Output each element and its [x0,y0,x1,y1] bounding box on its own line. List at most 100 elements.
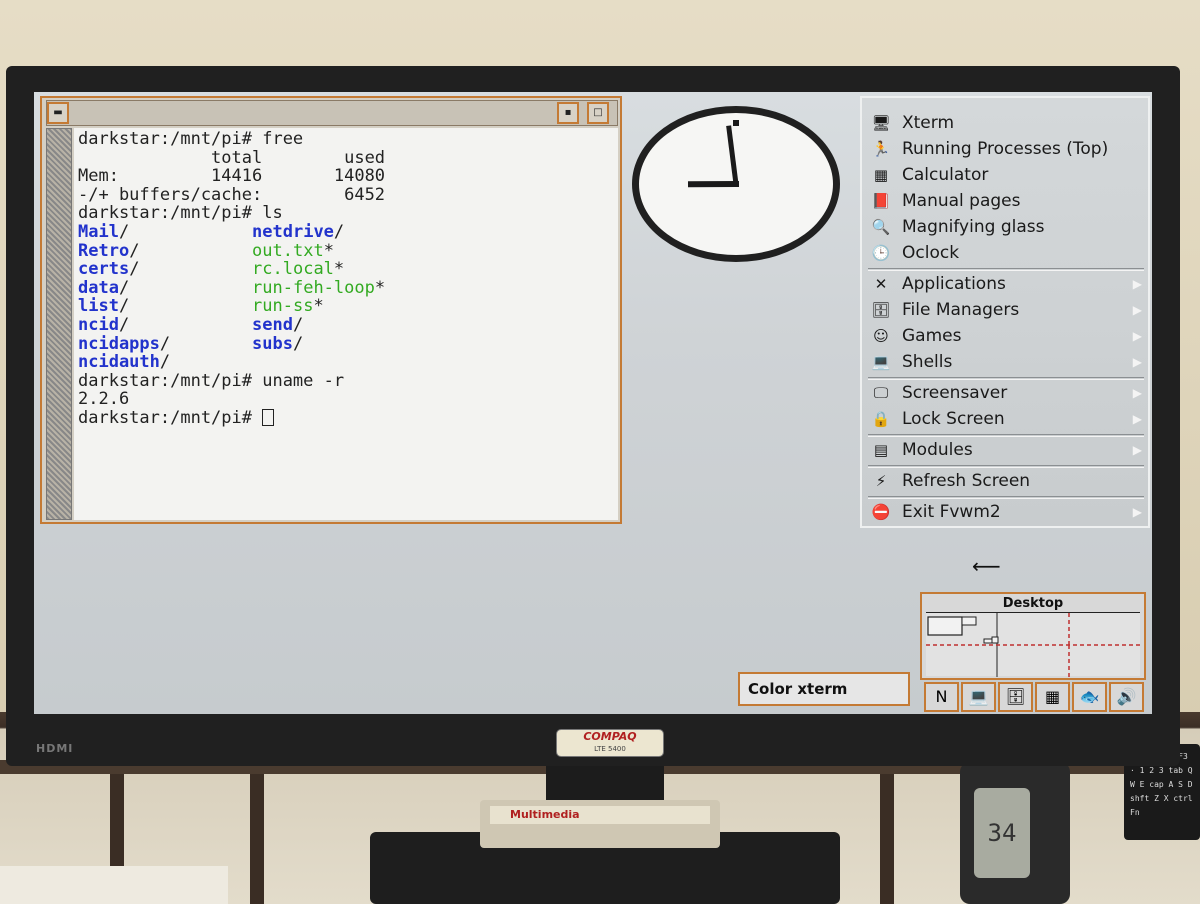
ls-entry: run-feh-loop [252,277,375,298]
ls-entry: Mail [78,221,119,242]
stop-icon: ⛔ [871,503,891,521]
menu-item-manual-pages[interactable]: 📕 Manual pages [868,188,1144,214]
monitor-badge: COMPAQ LTE 5400 [556,729,664,757]
menu-item-label: Magnifying glass [902,217,1045,237]
fvwm-root-menu[interactable]: 🖥 Xterm 🏃 Running Processes (Top) ▦ Calculato… [860,96,1150,528]
model-label: LTE 5400 [594,745,626,753]
rail-post [250,774,264,904]
brand-label: COMPAQ [583,730,637,743]
submenu-arrow-icon: ▶ [1132,412,1142,426]
mouse-pointer: ⟵ [972,554,1001,578]
fish-launcher-button[interactable]: 🐟 [1072,682,1107,712]
terminal-cursor [262,408,275,426]
terminal-line: darkstar:/mnt/pi# free [78,129,304,149]
window-menu-button[interactable]: ▬ [47,102,69,124]
submenu-arrow-icon: ▶ [1132,443,1142,457]
menu-item-games[interactable]: ☺ Games ▶ [868,323,1144,349]
menu-item-xterm[interactable]: 🖥 Xterm [868,110,1144,136]
lightning-icon: ⚡ [875,472,887,490]
menu-item-label: Exit Fvwm2 [902,502,1001,522]
ls-suffix: / [129,259,140,280]
terminal-line: -/+ buffers/cache: 6452 [78,184,386,205]
runner-icon: 🏃 [871,140,891,158]
pager-window-small [983,638,993,644]
ls-entry: netdrive [252,221,334,242]
monitor-icon: 🖥 [871,114,891,132]
xterm-window[interactable]: ▬ ▪ □ darkstar:/mnt/pi# free total used M… [40,96,622,524]
ls-entry: list [78,296,119,317]
menu-item-label: Screensaver [902,383,1008,403]
submenu-arrow-icon: ▶ [1132,386,1142,400]
book-icon: 📕 [871,192,891,210]
terminal-line: darkstar:/mnt/pi# uname -r [78,370,345,391]
cabinet-launcher-button[interactable]: 🗄 [998,682,1033,712]
menu-item-label: Xterm [902,113,955,133]
ls-suffix: / [118,277,130,298]
terminal-line: darkstar:/mnt/pi# ls [78,203,283,224]
submenu-arrow-icon: ▶ [1132,303,1142,317]
calculator-launcher-button[interactable]: ▦ [1035,682,1070,712]
button-bar[interactable]: N 💻 🗄 ▦ 🐟 🔊 [924,682,1148,712]
menu-item-shells[interactable]: 💻 Shells ▶ [868,349,1144,375]
ls-suffix: / [118,221,130,242]
menu-item-calculator[interactable]: ▦ Calculator [868,162,1144,188]
submenu-arrow-icon: ▶ [1132,355,1142,369]
xterm-titlebar[interactable]: ▬ ▪ □ [46,100,618,126]
x-icon: ✕ [874,275,888,293]
ls-entry: Retro [78,240,130,261]
ls-suffix: / [292,314,304,335]
submenu-arrow-icon: ▶ [1132,329,1142,343]
lock-icon: 🔒 [871,410,891,428]
menu-item-exit-fvwm2[interactable]: ⛔ Exit Fvwm2 ▶ [868,499,1144,525]
ls-suffix: / [159,333,171,354]
menu-item-label: Games [902,326,962,346]
pager-window-xterm [927,616,963,636]
terminal-launcher-button[interactable]: 💻 [961,682,996,712]
oclock-hands [687,120,740,188]
maximize-button[interactable]: □ [587,102,609,124]
ls-suffix: / [159,352,171,373]
terminal-output[interactable]: darkstar:/mnt/pi# free total used Mem: 14… [74,128,618,520]
terminal-line: Mem: 14416 14080 [78,166,386,187]
clock-icon: 🕒 [871,244,891,262]
pager-area[interactable] [926,612,1140,677]
desktop-screen[interactable]: ▬ ▪ □ darkstar:/mnt/pi# free total used M… [34,92,1152,714]
netscape-launcher-button[interactable]: N [924,682,959,712]
menu-item-applications[interactable]: ✕ Applications ▶ [868,271,1144,297]
terminal-icon: 💻 [968,687,989,706]
xterm-scrollbar[interactable] [46,128,72,520]
terminal-line: ncid/ send/ [78,316,618,335]
menu-item-lock-screen[interactable]: 🔒 Lock Screen ▶ [868,406,1144,432]
pager-window-small [991,636,999,644]
device-label: Multimedia [490,806,710,824]
ls-suffix: / [129,240,140,261]
menu-item-label: Lock Screen [902,409,1005,429]
terminal-line: list/ run-ss* [78,297,618,316]
menu-item-modules[interactable]: ▤ Modules ▶ [868,437,1144,463]
speaker-launcher-button[interactable]: 🔊 [1109,682,1144,712]
ls-entry: subs [252,333,293,354]
ls-suffix: * [323,240,334,261]
submenu-arrow-icon: ▶ [1132,505,1142,519]
magnifier-icon: 🔍 [871,218,891,236]
pager-title: Desktop [1002,596,1064,611]
fish-icon: 🐟 [1079,687,1100,706]
terminal-line: ncidauth/ [78,353,618,372]
prompt-text: darkstar:/mnt/pi# [78,407,263,428]
terminal-line: Mail/ netdrive/ [78,223,618,242]
menu-item-oclock[interactable]: 🕒 Oclock [868,240,1144,266]
menu-item-refresh-screen[interactable]: ⚡ Refresh Screen [868,468,1144,494]
iconified-window-label[interactable]: Color xterm [738,672,910,706]
ls-entry: send [252,314,293,335]
clock-jewel [733,120,739,126]
menu-item-screensaver[interactable]: 🖵 Screensaver ▶ [868,380,1144,406]
terminal-icon: 💻 [871,353,891,371]
desktop-pager[interactable]: Desktop [920,592,1146,680]
icon-title-text: Color xterm [748,680,848,698]
ls-suffix: * [333,259,345,280]
ls-suffix: / [118,314,130,335]
minimize-button[interactable]: ▪ [557,102,579,124]
menu-item-running-processes-top[interactable]: 🏃 Running Processes (Top) [868,136,1144,162]
menu-item-file-managers[interactable]: 🗄 File Managers ▶ [868,297,1144,323]
menu-item-magnifying-glass[interactable]: 🔍 Magnifying glass [868,214,1144,240]
